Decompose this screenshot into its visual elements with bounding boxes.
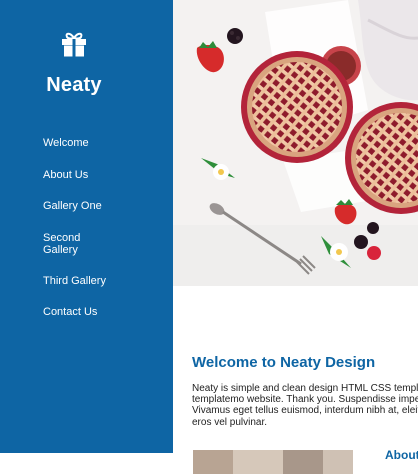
about-heading: About	[385, 448, 418, 462]
sidebar: Neaty Welcome About Us Gallery One Secon…	[0, 0, 173, 453]
gift-icon	[62, 32, 86, 57]
nav-item-third-gallery[interactable]: Third Gallery	[43, 275, 113, 287]
nav-item-welcome[interactable]: Welcome	[43, 137, 103, 149]
welcome-text-line: eros vel pulvinar.	[192, 416, 268, 428]
page: Neaty Welcome About Us Gallery One Secon…	[0, 0, 418, 474]
nav-item-about-us[interactable]: About Us	[43, 169, 103, 181]
nav-item-contact-us[interactable]: Contact Us	[43, 306, 113, 318]
welcome-text-line: Neaty is simple and clean design HTML CS…	[192, 383, 418, 394]
about-image	[193, 450, 353, 474]
welcome-text-line: templatemo website. Thank you. Suspendis…	[192, 394, 418, 406]
nav-item-gallery-one[interactable]: Gallery One	[43, 200, 113, 212]
welcome-text: Neaty is simple and clean design HTML CS…	[192, 383, 418, 433]
welcome-title: Welcome to Neaty Design	[192, 354, 376, 371]
nav-item-second-gallery[interactable]: Second Gallery	[43, 232, 89, 256]
welcome-text-line: Vivamus eget tellus euismod, interdum ni…	[192, 405, 418, 417]
pies-photo	[173, 0, 418, 286]
brand-title[interactable]: Neaty	[0, 74, 148, 97]
hero-image	[173, 0, 418, 286]
about-photo	[193, 450, 353, 474]
